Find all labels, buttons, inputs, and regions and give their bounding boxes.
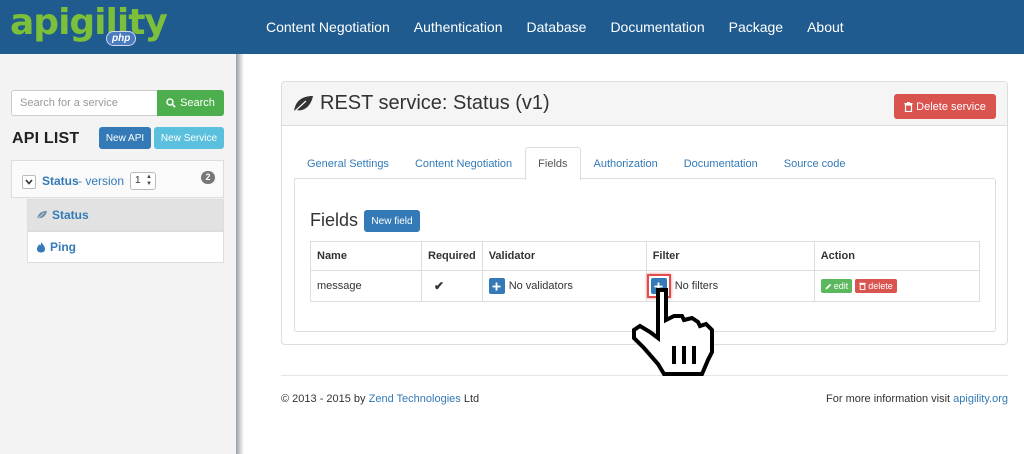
tab-general-settings[interactable]: General Settings <box>294 147 402 179</box>
table-header-row: Name Required Validator Filter Action <box>310 241 981 271</box>
plus-icon <box>492 282 501 290</box>
column-header-action: Action <box>813 241 981 271</box>
fire-icon <box>37 242 45 253</box>
edit-label: edit <box>833 281 849 292</box>
logo-text: apigility <box>10 2 168 43</box>
copyright-text: © 2013 - 2015 by <box>281 393 366 405</box>
tab-content-negotiation[interactable]: Content Negotiation <box>402 147 525 179</box>
tab-fields[interactable]: Fields <box>525 147 581 180</box>
delete-service-button[interactable]: Delete service <box>894 94 996 119</box>
sidebar-item-status[interactable]: Status <box>27 199 224 231</box>
pencil-icon <box>825 283 831 290</box>
trash-icon <box>904 101 913 112</box>
field-action-cell: edit delete <box>813 270 981 302</box>
column-header-filter: Filter <box>645 241 815 271</box>
nav-content-negotiation[interactable]: Content Negotiation <box>254 0 402 54</box>
validator-text: No validators <box>508 280 573 292</box>
select-arrows-icon: ▲ ▼ <box>146 174 152 187</box>
add-validator-button[interactable] <box>488 278 505 294</box>
service-search-input[interactable] <box>11 90 157 116</box>
api-panel-status: Status - version 1 ▲ ▼ 2 <box>11 160 224 198</box>
page-title-text: REST service: Status (v1) <box>320 92 550 114</box>
tab-authorization[interactable]: Authorization <box>581 147 671 179</box>
footer-copyright: © 2013 - 2015 by Zend Technologies Ltd <box>281 393 479 405</box>
edit-field-button[interactable]: edit <box>820 279 853 294</box>
delete-label: delete <box>868 280 893 291</box>
main-nav: Content Negotiation Authentication Datab… <box>254 0 856 54</box>
api-name-link[interactable]: Status <box>42 174 79 188</box>
search-button[interactable]: Search <box>157 90 224 116</box>
api-list-title: API LIST <box>12 130 80 147</box>
footer-more-info: For more information visit apigility.org <box>826 393 1008 405</box>
field-required-cell: ✔ <box>421 270 483 302</box>
nav-package[interactable]: Package <box>717 0 795 54</box>
field-validator-cell: No validators <box>481 270 647 302</box>
tab-source-code[interactable]: Source code <box>771 147 859 179</box>
page-title: REST service: Status (v1) <box>292 92 550 115</box>
column-header-required: Required <box>421 241 483 271</box>
collapse-toggle[interactable] <box>22 175 36 189</box>
top-navbar: apigility php Content Negotiation Authen… <box>0 0 1024 54</box>
panel-heading: REST service: Status (v1) Delete service <box>282 82 1007 126</box>
column-header-name: Name <box>310 241 422 271</box>
new-service-button[interactable]: New Service <box>154 127 224 149</box>
new-field-button[interactable]: New field <box>364 210 420 232</box>
search-button-label: Search <box>180 97 215 109</box>
api-version-label: - version <box>78 174 125 188</box>
nav-about[interactable]: About <box>795 0 856 54</box>
nav-database[interactable]: Database <box>515 0 599 54</box>
delete-field-button[interactable]: delete <box>855 278 897 293</box>
sidebar-item-ping[interactable]: Ping <box>27 231 224 263</box>
logo-php-badge: php <box>106 31 137 46</box>
nav-authentication[interactable]: Authentication <box>402 0 515 54</box>
trash-icon <box>859 282 866 290</box>
column-header-validator: Validator <box>481 241 647 271</box>
zend-link[interactable]: Zend Technologies <box>369 393 461 405</box>
apigility-site-link[interactable]: apigility.org <box>953 393 1008 405</box>
service-count-badge: 2 <box>201 171 215 184</box>
fields-heading: Fields <box>310 210 359 230</box>
company-suffix: Ltd <box>463 393 480 405</box>
more-info-text: For more information visit <box>826 393 951 405</box>
apigility-logo[interactable]: apigility php <box>10 5 168 48</box>
field-name-cell: message <box>310 270 422 302</box>
new-api-button[interactable]: New API <box>99 127 151 149</box>
nav-documentation[interactable]: Documentation <box>598 0 716 54</box>
sidebar-item-label: Ping <box>50 240 76 254</box>
leaf-icon <box>293 95 313 112</box>
leaf-icon <box>36 211 47 220</box>
tab-documentation[interactable]: Documentation <box>671 147 771 179</box>
version-select[interactable]: 1 ▲ ▼ <box>130 172 156 190</box>
chevron-down-icon <box>25 179 33 185</box>
version-select-value: 1 <box>135 175 141 186</box>
sidebar-divider[interactable] <box>236 54 244 454</box>
checkmark-icon: ✔ <box>434 279 445 293</box>
service-tabs: General Settings Content Negotiation Fie… <box>294 147 859 180</box>
search-icon <box>166 98 176 108</box>
delete-service-label: Delete service <box>916 100 986 113</box>
sidebar-item-label: Status <box>52 208 89 222</box>
hand-pointer-icon <box>632 288 714 376</box>
